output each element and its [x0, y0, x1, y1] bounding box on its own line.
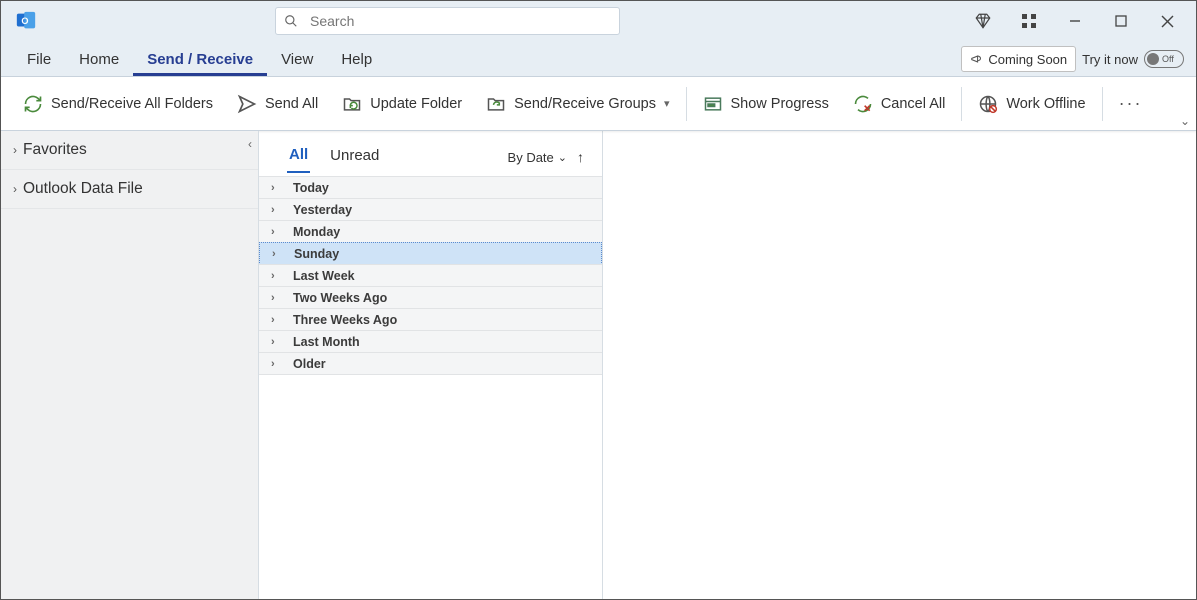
chevron-down-icon: ⌄: [558, 151, 567, 164]
chevron-right-icon: ›: [271, 270, 285, 282]
menu-home[interactable]: Home: [65, 45, 133, 76]
ribbon-send-receive-all-label: Send/Receive All Folders: [51, 96, 213, 112]
tab-unread[interactable]: Unread: [328, 143, 381, 172]
window-maximize-button[interactable]: [1098, 1, 1144, 41]
ribbon-send-receive-groups-label: Send/Receive Groups: [514, 96, 656, 112]
chevron-right-icon: ›: [272, 248, 286, 260]
ribbon-send-all-label: Send All: [265, 96, 318, 112]
tab-all[interactable]: All: [287, 142, 310, 173]
ribbon-cancel-all[interactable]: Cancel All: [841, 84, 957, 124]
window-close-button[interactable]: [1144, 1, 1190, 41]
message-groups: › Today › Yesterday › Monday › Sunday › Last …: [259, 177, 602, 375]
ribbon-send-receive-all[interactable]: Send/Receive All Folders: [11, 84, 225, 124]
content-area: ‹ › Favorites › Outlook Data File All Un…: [1, 131, 1196, 599]
megaphone-icon: [970, 52, 984, 66]
group-label: Monday: [293, 225, 340, 239]
cancel-sync-icon: [853, 94, 873, 114]
group-label: Today: [293, 181, 329, 195]
sort-by-label: By Date: [508, 150, 554, 165]
send-icon: [237, 94, 257, 114]
menu-view[interactable]: View: [267, 45, 327, 76]
ribbon-update-folder[interactable]: Update Folder: [330, 84, 474, 124]
ribbon-separator: [961, 87, 962, 121]
group-last-month[interactable]: › Last Month: [259, 330, 602, 353]
sort-by-dropdown[interactable]: By Date ⌄: [508, 150, 567, 165]
group-three-weeks-ago[interactable]: › Three Weeks Ago: [259, 308, 602, 331]
folder-refresh-icon: [342, 94, 362, 114]
ribbon-work-offline-label: Work Offline: [1006, 96, 1085, 112]
search-input[interactable]: [308, 12, 611, 30]
group-yesterday[interactable]: › Yesterday: [259, 198, 602, 221]
svg-text:O: O: [21, 16, 28, 26]
group-label: Last Week: [293, 269, 355, 283]
group-monday[interactable]: › Monday: [259, 220, 602, 243]
group-label: Two Weeks Ago: [293, 291, 387, 305]
sort-direction-button[interactable]: ↑: [577, 149, 584, 165]
chevron-right-icon: ›: [13, 182, 17, 196]
apps-grid-icon[interactable]: [1006, 1, 1052, 41]
nav-favorites[interactable]: › Favorites: [1, 131, 258, 170]
menu-file[interactable]: File: [13, 45, 65, 76]
search-box[interactable]: [275, 7, 620, 35]
message-list-header: All Unread By Date ⌄ ↑: [259, 131, 602, 173]
outlook-app-icon: O: [15, 10, 37, 32]
message-list-pane: All Unread By Date ⌄ ↑ › Today › Yesterday…: [259, 131, 603, 599]
ribbon-expand-chevron-icon[interactable]: ⌄: [1180, 114, 1190, 128]
ribbon-show-progress-label: Show Progress: [731, 96, 829, 112]
premium-diamond-icon[interactable]: [960, 1, 1006, 41]
globe-offline-icon: [978, 94, 998, 114]
ribbon-more-button[interactable]: ···: [1107, 93, 1155, 114]
group-two-weeks-ago[interactable]: › Two Weeks Ago: [259, 286, 602, 309]
search-icon: [284, 14, 298, 28]
menu-send-receive[interactable]: Send / Receive: [133, 45, 267, 76]
ribbon-show-progress[interactable]: Show Progress: [691, 84, 841, 124]
chevron-right-icon: ›: [271, 204, 285, 216]
ribbon-separator: [1102, 87, 1103, 121]
group-sunday[interactable]: › Sunday: [259, 242, 602, 265]
chevron-down-icon: ▾: [664, 97, 670, 110]
group-label: Sunday: [294, 247, 339, 261]
try-it-now-toggle[interactable]: Off: [1144, 50, 1184, 68]
try-it-now[interactable]: Try it now Off: [1082, 46, 1184, 72]
try-it-now-label: Try it now: [1082, 52, 1138, 67]
ribbon-work-offline[interactable]: Work Offline: [966, 84, 1097, 124]
navigation-pane: ‹ › Favorites › Outlook Data File: [1, 131, 259, 599]
group-older[interactable]: › Older: [259, 352, 602, 375]
title-bar: O: [1, 1, 1196, 41]
menu-help[interactable]: Help: [327, 45, 386, 76]
ribbon: Send/Receive All Folders Send All Update…: [1, 77, 1196, 131]
menu-bar: File Home Send / Receive View Help Comin…: [1, 41, 1196, 77]
nav-favorites-label: Favorites: [23, 141, 87, 159]
group-label: Three Weeks Ago: [293, 313, 397, 327]
ribbon-send-receive-groups[interactable]: Send/Receive Groups ▾: [474, 84, 681, 124]
ribbon-cancel-all-label: Cancel All: [881, 96, 945, 112]
group-label: Yesterday: [293, 203, 352, 217]
ribbon-send-all[interactable]: Send All: [225, 84, 330, 124]
folder-sync-icon: [486, 94, 506, 114]
chevron-right-icon: ›: [271, 314, 285, 326]
nav-outlook-data-file[interactable]: › Outlook Data File: [1, 170, 258, 209]
reading-pane: [603, 131, 1196, 599]
window-minimize-button[interactable]: [1052, 1, 1098, 41]
chevron-right-icon: ›: [271, 226, 285, 238]
toggle-knob: [1147, 53, 1159, 65]
group-last-week[interactable]: › Last Week: [259, 264, 602, 287]
ribbon-separator: [686, 87, 687, 121]
chevron-right-icon: ›: [13, 143, 17, 157]
chevron-right-icon: ›: [271, 182, 285, 194]
progress-window-icon: [703, 94, 723, 114]
ribbon-update-folder-label: Update Folder: [370, 96, 462, 112]
coming-soon-label: Coming Soon: [988, 52, 1067, 67]
sync-icon: [23, 94, 43, 114]
collapse-nav-icon[interactable]: ‹: [248, 137, 252, 151]
chevron-right-icon: ›: [271, 336, 285, 348]
chevron-right-icon: ›: [271, 358, 285, 370]
coming-soon-button[interactable]: Coming Soon: [961, 46, 1076, 72]
group-label: Last Month: [293, 335, 360, 349]
chevron-right-icon: ›: [271, 292, 285, 304]
toggle-off-label: Off: [1162, 54, 1174, 64]
nav-outlook-data-file-label: Outlook Data File: [23, 180, 143, 198]
group-today[interactable]: › Today: [259, 176, 602, 199]
group-label: Older: [293, 357, 326, 371]
